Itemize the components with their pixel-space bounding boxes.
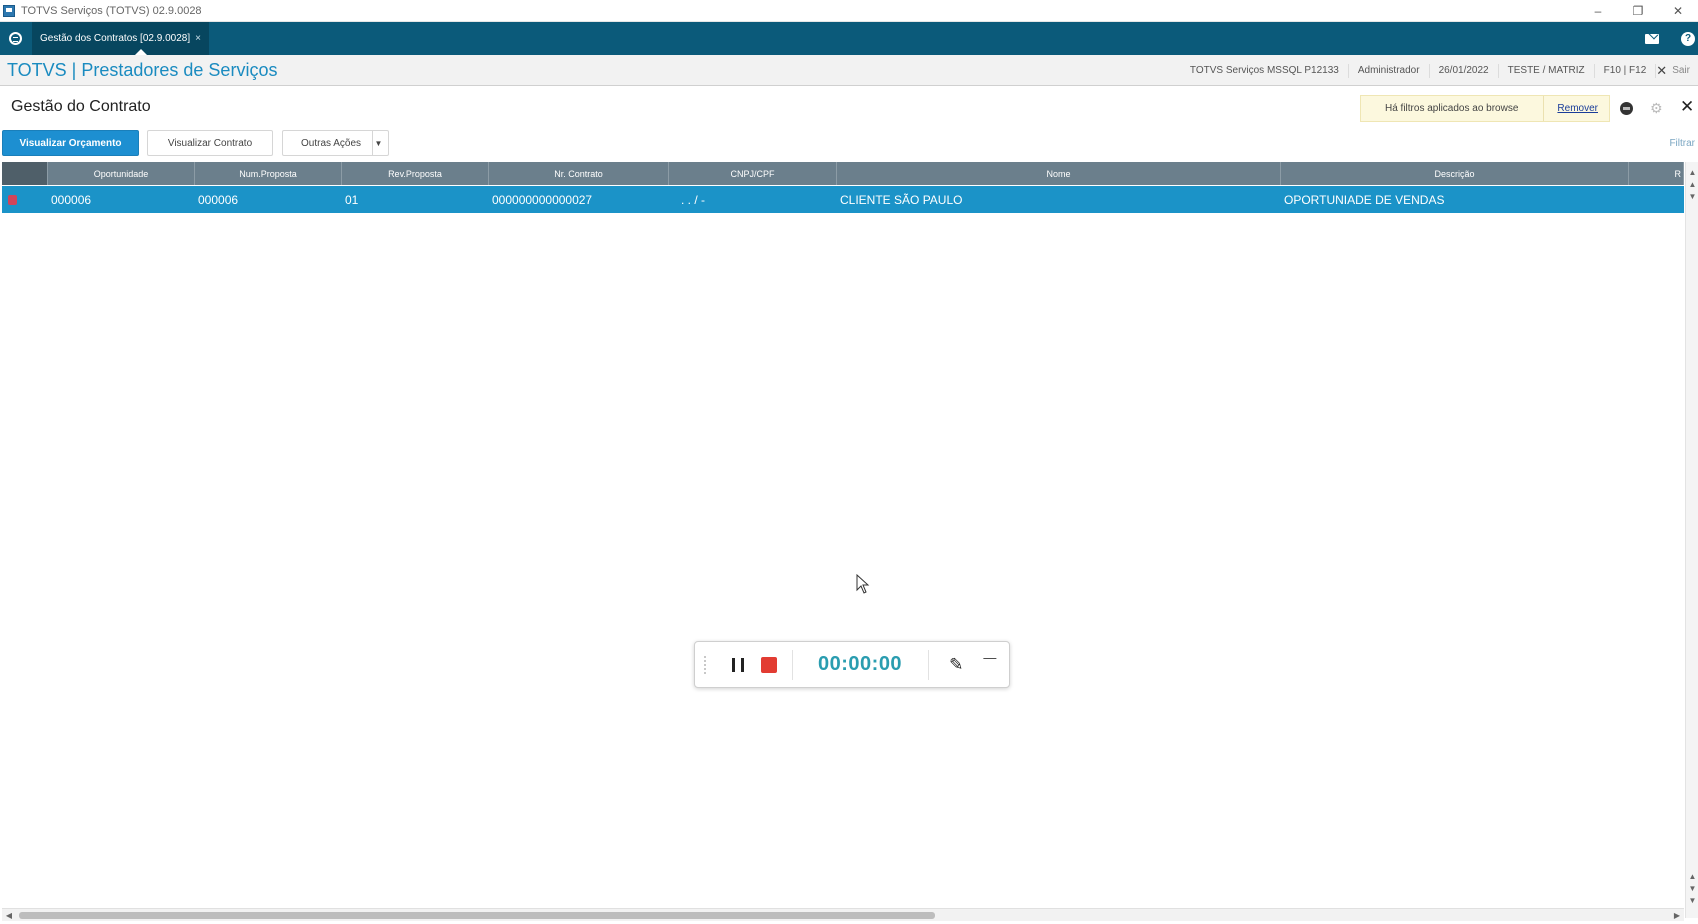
visualizar-contrato-button[interactable]: Visualizar Contrato bbox=[147, 130, 273, 156]
logout-label: Sair bbox=[1672, 65, 1690, 76]
grid-header-num-proposta[interactable]: Num.Proposta bbox=[195, 162, 342, 185]
recorder-divider bbox=[792, 649, 793, 680]
screen-recorder-widget: 00:00:00 ✎ — bbox=[694, 641, 1010, 688]
window-titlebar: TOTVS Serviços (TOTVS) 02.9.0028 – ❐ ✕ bbox=[0, 0, 1698, 22]
status-date[interactable]: 26/01/2022 bbox=[1430, 63, 1499, 78]
logout-button[interactable]: ✕ Sair bbox=[1656, 63, 1690, 79]
toggle-icon[interactable] bbox=[1620, 102, 1633, 115]
pen-icon[interactable]: ✎ bbox=[949, 655, 963, 675]
horizontal-scrollbar[interactable]: ◀ ▶ bbox=[2, 908, 1684, 921]
cell-num-proposta: 000006 bbox=[198, 192, 239, 207]
status-branch[interactable]: TESTE / MATRIZ bbox=[1499, 63, 1595, 78]
status-environment[interactable]: TOTVS Serviços MSSQL P12133 bbox=[1181, 63, 1349, 78]
tab-close-icon[interactable]: × bbox=[195, 33, 201, 44]
minimize-icon[interactable]: — bbox=[983, 650, 996, 665]
scroll-up-icon[interactable]: ▲ bbox=[1686, 178, 1698, 190]
tab-gestao-contratos[interactable]: Gestão dos Contratos [02.9.0028] × bbox=[32, 22, 209, 55]
grid-header-descricao[interactable]: Descrição bbox=[1281, 162, 1629, 185]
menu-icon bbox=[8, 32, 22, 45]
scroll-thumb[interactable] bbox=[19, 912, 935, 919]
gear-icon[interactable]: ⚙ bbox=[1650, 100, 1663, 117]
tabbar-actions: ? bbox=[1645, 22, 1698, 55]
status-area: TOTVS Serviços MSSQL P12133 Administrado… bbox=[1181, 55, 1698, 86]
cell-descricao: OPORTUNIADE DE VENDAS bbox=[1284, 192, 1445, 207]
outras-acoes-label: Outras Ações bbox=[301, 137, 362, 149]
outras-acoes-dropdown[interactable]: Outras Ações ▼ bbox=[282, 130, 389, 156]
grid-header-nr-contrato[interactable]: Nr. Contrato bbox=[489, 162, 669, 185]
scroll-down-icon[interactable]: ▼ bbox=[1686, 882, 1698, 894]
status-user[interactable]: Administrador bbox=[1349, 63, 1430, 78]
cell-oportunidade: 000006 bbox=[51, 192, 92, 207]
window-title: TOTVS Serviços (TOTVS) 02.9.0028 bbox=[21, 4, 202, 17]
scroll-left-icon[interactable]: ◀ bbox=[2, 909, 16, 922]
cell-rev-proposta: 01 bbox=[345, 192, 359, 207]
recorder-divider bbox=[928, 649, 930, 680]
cell-nr-contrato: 000000000000027 bbox=[492, 192, 593, 207]
tab-label: Gestão dos Contratos [02.9.0028] bbox=[40, 33, 191, 44]
cell-cnpj: . . / - bbox=[681, 192, 705, 207]
pause-icon[interactable] bbox=[732, 657, 744, 672]
page-title: Gestão do Contrato bbox=[11, 98, 151, 115]
close-window-button[interactable]: ✕ bbox=[1658, 0, 1698, 22]
scroll-up-icon[interactable]: ▲ bbox=[1686, 870, 1698, 882]
logout-icon: ✕ bbox=[1656, 62, 1668, 78]
mouse-cursor-icon bbox=[856, 574, 870, 594]
status-marker-icon bbox=[8, 194, 17, 205]
scroll-down-icon[interactable]: ▼ bbox=[1686, 894, 1698, 906]
row-status-cell bbox=[2, 186, 48, 213]
grid-header-r[interactable]: R bbox=[1629, 162, 1684, 185]
grid-header-oportunidade[interactable]: Oportunidade bbox=[48, 162, 195, 185]
window-controls: – ❐ ✕ bbox=[1578, 0, 1698, 22]
filter-banner-message: Há filtros aplicados ao browse bbox=[1385, 103, 1519, 114]
filtrar-link[interactable]: Filtrar bbox=[1669, 138, 1695, 149]
scroll-down-icon[interactable]: ▼ bbox=[1686, 190, 1698, 202]
filter-banner: Há filtros aplicados ao browse Remover bbox=[1360, 95, 1610, 122]
main-menu-button[interactable] bbox=[0, 22, 30, 55]
grid-header-select[interactable] bbox=[2, 162, 48, 185]
status-shortcuts[interactable]: F10 | F12 bbox=[1595, 63, 1657, 78]
stop-icon[interactable] bbox=[761, 656, 777, 673]
remove-filter-link[interactable]: Remover bbox=[1557, 103, 1598, 114]
tab-bar: Gestão dos Contratos [02.9.0028] × ? bbox=[0, 22, 1698, 55]
chevron-down-icon: ▼ bbox=[372, 131, 384, 155]
scroll-up-icon[interactable]: ▲ bbox=[1686, 166, 1698, 178]
grid-header: Oportunidade Num.Proposta Rev.Proposta N… bbox=[2, 162, 1684, 185]
recording-timer: 00:00:00 bbox=[818, 653, 903, 675]
cell-nome: CLIENTE SÃO PAULO bbox=[840, 192, 963, 207]
visualizar-orcamento-button[interactable]: Visualizar Orçamento bbox=[2, 130, 139, 156]
scroll-right-icon[interactable]: ▶ bbox=[1670, 909, 1684, 922]
help-icon[interactable]: ? bbox=[1681, 31, 1695, 46]
app-header: TOTVS | Prestadores de Serviços TOTVS Se… bbox=[0, 55, 1698, 86]
cell-r bbox=[1629, 186, 1684, 213]
table-row[interactable]: 000006 000006 01 000000000000027 . . / -… bbox=[2, 186, 1684, 213]
mail-icon[interactable] bbox=[1645, 33, 1659, 44]
close-icon[interactable]: ✕ bbox=[1680, 97, 1694, 117]
drag-handle[interactable] bbox=[704, 655, 712, 674]
grid-header-cnpj[interactable]: CNPJ/CPF bbox=[669, 162, 837, 185]
brand-title: TOTVS | Prestadores de Serviços bbox=[7, 59, 278, 80]
filter-banner-divider bbox=[1543, 96, 1544, 121]
grid-header-nome[interactable]: Nome bbox=[837, 162, 1281, 185]
restore-window-button[interactable]: ❐ bbox=[1618, 0, 1658, 22]
app-icon bbox=[3, 4, 15, 17]
minimize-window-button[interactable]: – bbox=[1578, 0, 1618, 22]
grid-header-rev-proposta[interactable]: Rev.Proposta bbox=[342, 162, 489, 185]
vertical-scrollbar[interactable]: ▲ ▲ ▼ ▲ ▼ ▼ bbox=[1685, 162, 1698, 918]
